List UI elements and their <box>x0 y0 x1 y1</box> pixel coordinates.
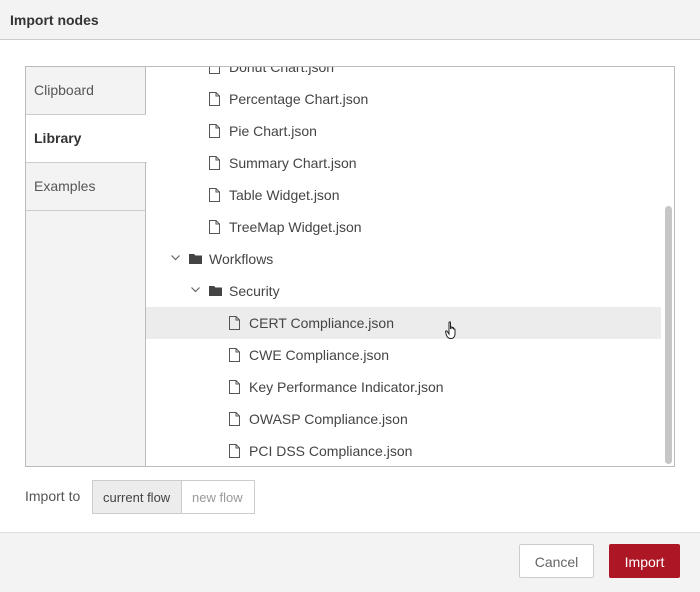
dialog-titlebar: Import nodes <box>0 0 700 40</box>
file-icon <box>209 67 220 74</box>
tree-row-folder[interactable]: Workflows <box>146 243 661 275</box>
hand-cursor-icon <box>445 321 456 339</box>
tree-item-label: CWE Compliance.json <box>249 347 390 363</box>
tree-row-file[interactable]: Percentage Chart.json <box>146 83 661 115</box>
tree-row-file[interactable]: CWE Compliance.json <box>146 339 661 371</box>
file-icon <box>209 220 220 234</box>
folder-icon <box>209 286 222 296</box>
file-icon <box>209 92 220 106</box>
file-icon <box>229 348 240 362</box>
tab-clipboard[interactable]: Clipboard <box>26 67 146 115</box>
tree-item-label: Pie Chart.json <box>229 123 317 139</box>
tree-item-label: CERT Compliance.json <box>249 315 394 331</box>
dialog-footer <box>0 532 700 592</box>
tree-row-file[interactable]: OWASP Compliance.json <box>146 403 661 435</box>
file-icon <box>229 412 240 426</box>
chevron-down-icon[interactable] <box>191 287 200 293</box>
tree-item-label: Workflows <box>209 251 274 267</box>
file-icon <box>209 124 220 138</box>
tree-row-file[interactable]: Key Performance Indicator.json <box>146 371 661 403</box>
dialog-title: Import nodes <box>10 12 99 28</box>
tree-scrollbar[interactable] <box>662 67 674 466</box>
tree-row-file[interactable]: Donut Chart.json <box>146 67 661 83</box>
scrollbar-thumb[interactable] <box>665 206 672 464</box>
tree-row-file[interactable]: Table Widget.json <box>146 179 661 211</box>
tree-item-label: Table Widget.json <box>229 187 340 203</box>
tab-library[interactable]: Library <box>26 115 147 163</box>
source-tabs: Clipboard Library Examples <box>26 67 147 466</box>
tree-item-label: TreeMap Widget.json <box>229 219 362 235</box>
tree-item-label: Percentage Chart.json <box>229 91 369 107</box>
file-icon <box>209 188 220 202</box>
import-panel: Clipboard Library Examples Donut Chart.j… <box>25 66 675 467</box>
import-to-label: Import to <box>25 488 81 504</box>
cancel-button[interactable]: Cancel <box>519 544 594 578</box>
file-icon <box>209 156 220 170</box>
tree-row-file[interactable]: PCI DSS Compliance.json <box>146 435 661 466</box>
file-icon <box>229 380 240 394</box>
library-tree: Donut Chart.json Percentage Chart.json P… <box>146 67 661 466</box>
tree-item-label: Donut Chart.json <box>229 67 335 75</box>
file-icon <box>229 316 240 330</box>
tree-item-label: OWASP Compliance.json <box>249 411 408 427</box>
tree-item-label: PCI DSS Compliance.json <box>249 443 413 459</box>
tree-item-label: Key Performance Indicator.json <box>249 379 444 395</box>
import-button[interactable]: Import <box>609 544 680 578</box>
file-icon <box>229 444 240 458</box>
tree-row-file[interactable]: Pie Chart.json <box>146 115 661 147</box>
new-flow-toggle[interactable]: new flow <box>181 480 255 514</box>
tree-row-file[interactable]: Summary Chart.json <box>146 147 661 179</box>
tree-row-folder[interactable]: Security <box>146 275 661 307</box>
chevron-down-icon[interactable] <box>171 255 180 261</box>
tab-examples[interactable]: Examples <box>26 163 146 211</box>
tree-row-file-selected[interactable]: CERT Compliance.json <box>146 307 661 339</box>
folder-icon <box>189 254 202 264</box>
tree-item-label: Summary Chart.json <box>229 155 357 171</box>
current-flow-toggle[interactable]: current flow <box>92 480 182 514</box>
tree-item-label: Security <box>229 283 280 299</box>
tree-row-file[interactable]: TreeMap Widget.json <box>146 211 661 243</box>
